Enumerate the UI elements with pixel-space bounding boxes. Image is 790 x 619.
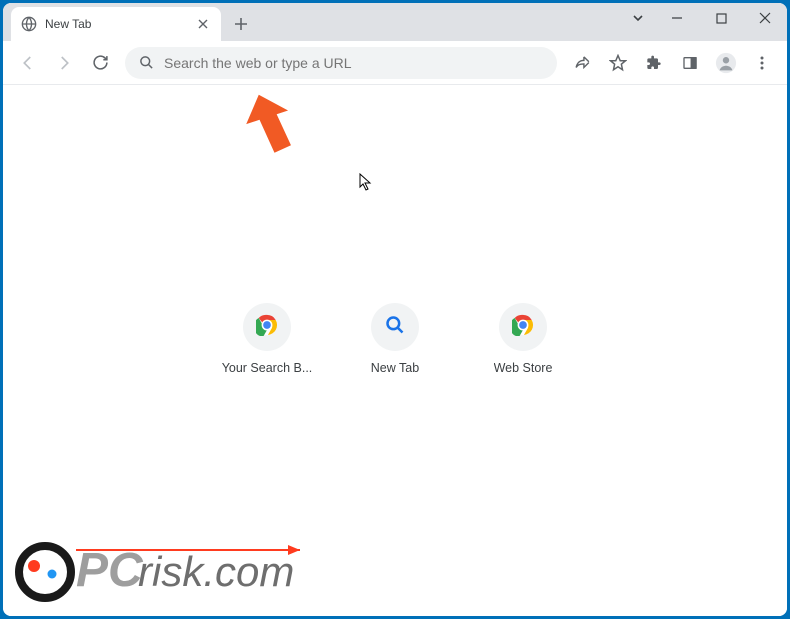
sidepanel-icon[interactable] <box>673 46 707 80</box>
share-icon[interactable] <box>565 46 599 80</box>
close-tab-icon[interactable] <box>195 16 211 32</box>
back-button[interactable] <box>11 46 45 80</box>
bookmark-icon[interactable] <box>601 46 635 80</box>
shortcut-label: Your Search B... <box>222 361 313 375</box>
toolbar <box>3 41 787 85</box>
shortcut-label: Web Store <box>494 361 553 375</box>
address-bar[interactable] <box>125 47 557 79</box>
chrome-icon <box>512 314 534 341</box>
close-window-button[interactable] <box>743 3 787 33</box>
globe-icon <box>21 16 37 32</box>
shortcut-your-search[interactable]: Your Search B... <box>219 303 315 375</box>
omnibox-input[interactable] <box>164 55 543 71</box>
shortcut-icon-circle <box>499 303 547 351</box>
new-tab-button[interactable] <box>227 10 255 38</box>
minimize-button[interactable] <box>655 3 699 33</box>
shortcut-label: New Tab <box>371 361 419 375</box>
forward-button[interactable] <box>47 46 81 80</box>
chevron-down-icon[interactable] <box>621 3 655 33</box>
page-content: Your Search B... New Tab Web Store <box>3 85 787 616</box>
maximize-button[interactable] <box>699 3 743 33</box>
chrome-icon <box>256 314 278 341</box>
shortcuts-row: Your Search B... New Tab Web Store <box>3 303 787 375</box>
shortcut-icon-circle <box>243 303 291 351</box>
titlebar: New Tab <box>3 3 787 41</box>
profile-icon[interactable] <box>709 46 743 80</box>
browser-window: New Tab <box>3 3 787 616</box>
annotation-arrow-icon <box>243 93 303 168</box>
mouse-cursor-icon <box>359 173 373 196</box>
menu-icon[interactable] <box>745 46 779 80</box>
shortcut-web-store[interactable]: Web Store <box>475 303 571 375</box>
shortcut-icon-circle <box>371 303 419 351</box>
reload-button[interactable] <box>83 46 117 80</box>
tab-title: New Tab <box>45 17 187 31</box>
extensions-icon[interactable] <box>637 46 671 80</box>
window-controls <box>621 3 787 33</box>
search-icon <box>139 55 154 70</box>
search-icon <box>385 315 405 340</box>
shortcut-new-tab[interactable]: New Tab <box>347 303 443 375</box>
browser-tab[interactable]: New Tab <box>11 7 221 41</box>
